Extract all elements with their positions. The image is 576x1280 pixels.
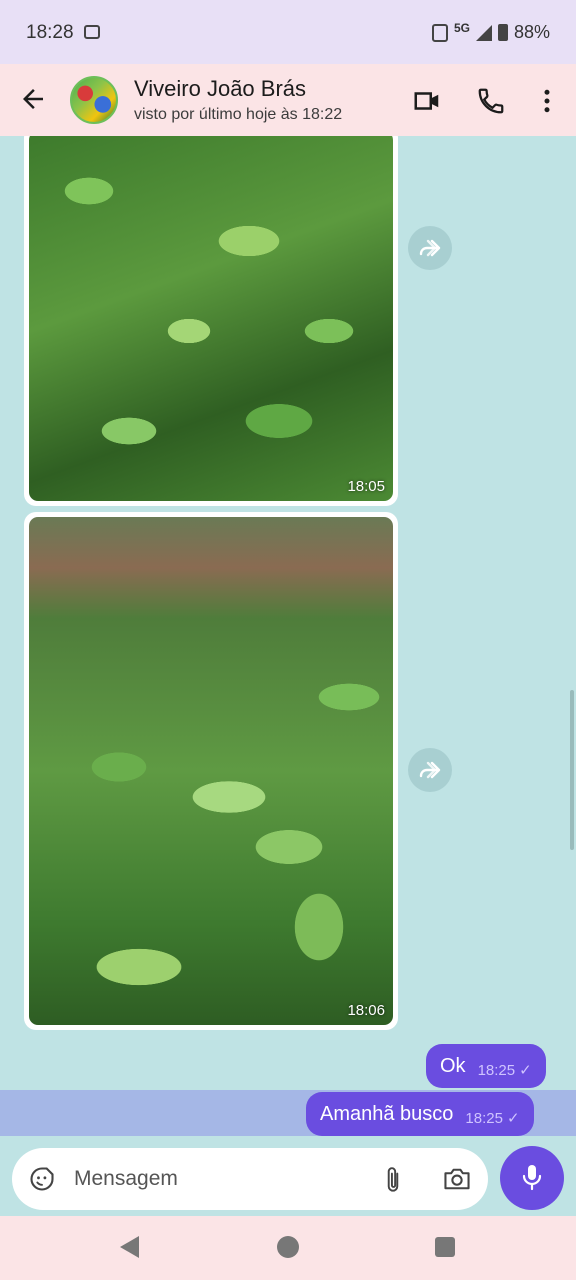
message-time: 18:25 bbox=[465, 1109, 503, 1127]
camera-icon[interactable] bbox=[442, 1165, 472, 1193]
forward-icon bbox=[419, 239, 441, 257]
message-time: 18:06 bbox=[347, 1002, 385, 1019]
nav-back-icon[interactable] bbox=[120, 1236, 139, 1258]
status-indicators: 5G 88% bbox=[431, 20, 550, 43]
more-vertical-icon[interactable] bbox=[532, 86, 562, 116]
status-bar: 18:28 5G 88% bbox=[0, 0, 576, 64]
message-meta: 18:25 ✓ bbox=[465, 1109, 520, 1128]
status-time: 18:28 bbox=[26, 22, 74, 43]
video-call-icon[interactable] bbox=[412, 86, 442, 116]
arrow-back-icon[interactable] bbox=[18, 84, 48, 114]
mic-icon bbox=[522, 1165, 542, 1191]
check-icon: ✓ bbox=[519, 1062, 532, 1079]
voice-record-button[interactable] bbox=[500, 1146, 564, 1210]
outgoing-message[interactable]: Ok 18:25 ✓ bbox=[426, 1044, 546, 1088]
signal-icon bbox=[475, 24, 492, 41]
battery-icon bbox=[497, 24, 508, 41]
plant-seedlings-photo[interactable]: 18:05 bbox=[29, 136, 393, 501]
message-list[interactable]: 18:05 18:06 Ok 18:25 ✓ Amanhã busco 18:2… bbox=[0, 136, 576, 1136]
outgoing-message[interactable]: Amanhã busco 18:25 ✓ bbox=[306, 1092, 534, 1136]
battery-level: 88% bbox=[513, 22, 550, 42]
paperclip-icon[interactable] bbox=[380, 1165, 406, 1195]
message-input[interactable] bbox=[74, 1148, 364, 1210]
sticker-icon[interactable] bbox=[28, 1165, 56, 1193]
system-navigation-bar bbox=[0, 1216, 576, 1280]
plant-seedlings-photo[interactable]: 18:06 bbox=[29, 517, 393, 1025]
image-message[interactable]: 18:06 bbox=[24, 512, 398, 1030]
message-text: Ok bbox=[440, 1054, 466, 1077]
message-time: 18:05 bbox=[347, 478, 385, 495]
nav-recents-icon[interactable] bbox=[435, 1237, 455, 1257]
contact-name[interactable]: Viveiro João Brás bbox=[134, 76, 306, 102]
message-composer bbox=[12, 1148, 488, 1210]
forward-icon bbox=[419, 761, 441, 779]
phone-icon[interactable] bbox=[476, 86, 506, 116]
message-notification-icon bbox=[84, 25, 100, 39]
nav-home-icon[interactable] bbox=[277, 1236, 299, 1258]
chat-header: Viveiro João Brás visto por último hoje … bbox=[0, 64, 576, 136]
message-text: Amanhã busco bbox=[320, 1102, 454, 1125]
message-time: 18:25 bbox=[477, 1061, 516, 1079]
image-message[interactable]: 18:05 bbox=[24, 136, 398, 506]
check-icon: ✓ bbox=[506, 1110, 520, 1127]
message-meta: 18:25 ✓ bbox=[477, 1061, 532, 1080]
forward-button[interactable] bbox=[408, 226, 452, 270]
avatar[interactable] bbox=[70, 76, 118, 124]
last-seen-status: visto por último hoje às 18:22 bbox=[134, 106, 343, 123]
vibrate-icon bbox=[431, 23, 448, 42]
forward-button[interactable] bbox=[408, 748, 452, 792]
scrollbar[interactable] bbox=[570, 690, 574, 850]
network-type: 5G bbox=[453, 20, 470, 35]
